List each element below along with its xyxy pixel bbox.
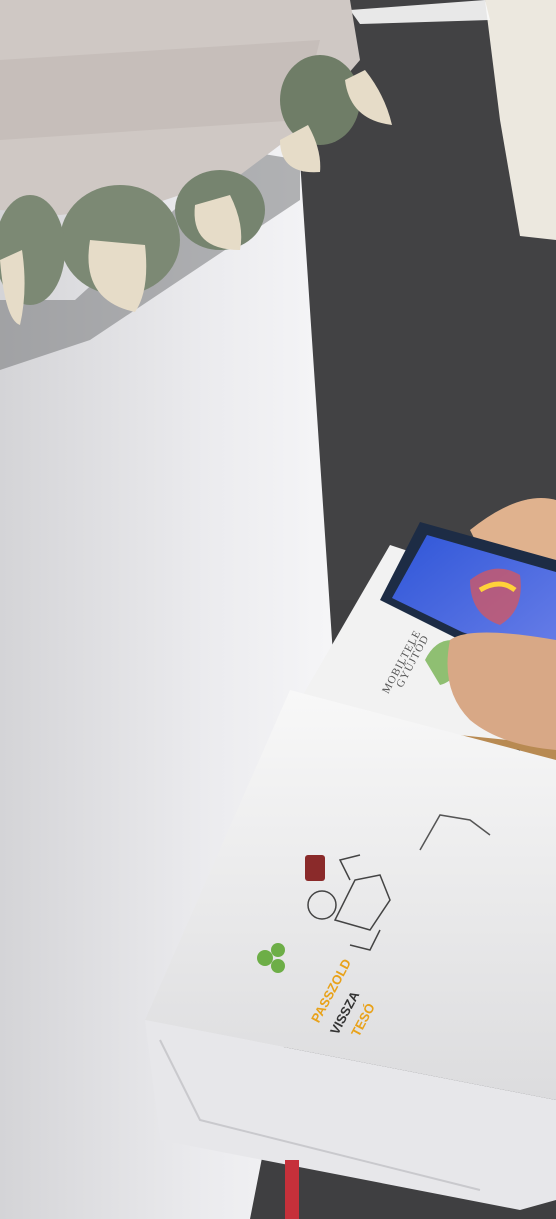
logo-phone-icon bbox=[305, 855, 325, 881]
photo-drawing bbox=[0, 0, 556, 1219]
photo-scene: MOBILTELE GYŰJTŐD PASSZOLD VISSZA TESÓ bbox=[0, 0, 556, 1219]
stand-leg bbox=[285, 1160, 299, 1219]
